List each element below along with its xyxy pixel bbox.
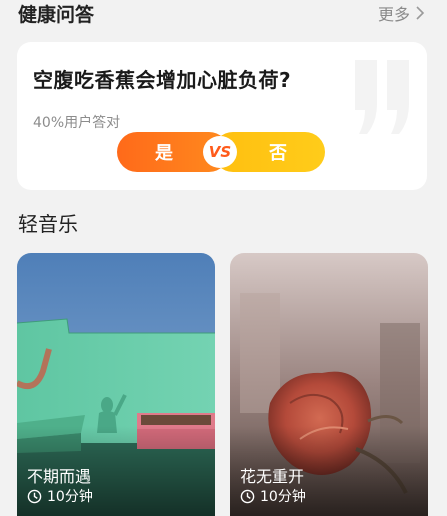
quiz-question: 空腹吃香蕉会增加心脏负荷?: [33, 68, 292, 92]
more-link[interactable]: 更多: [378, 1, 428, 25]
clock-icon: [240, 489, 255, 503]
quiz-stat: 40%用户答对: [33, 115, 121, 131]
chevron-right-icon: [416, 6, 425, 20]
music-card-title: 不期而遇: [27, 467, 92, 486]
quiz-card: 空腹吃香蕉会增加心脏负荷? 40%用户答对 是 否 VS: [17, 42, 427, 190]
vs-badge: VS: [205, 138, 235, 166]
quote-icon: [355, 60, 409, 134]
page: 健康问答 更多 空腹吃香蕉会增加心脏负荷? 40%用户答对 是 否 VS 轻音乐: [0, 0, 447, 516]
clock-icon: [27, 489, 42, 503]
music-card-duration: 10分钟: [240, 486, 306, 506]
health-qa-title: 健康问答: [18, 3, 95, 26]
duration-text: 10分钟: [47, 489, 93, 505]
answer-bar: 是 否 VS: [117, 132, 325, 172]
music-card-duration: 10分钟: [27, 486, 93, 506]
more-label: 更多: [377, 5, 410, 24]
duration-text: 10分钟: [260, 489, 306, 505]
music-card[interactable]: 不期而遇 10分钟: [17, 253, 215, 516]
music-card-title: 花无重开: [240, 467, 305, 486]
light-music-title: 轻音乐: [18, 212, 78, 236]
music-card[interactable]: 花无重开 10分钟: [230, 253, 428, 516]
health-qa-header: 健康问答 更多: [18, 0, 428, 26]
